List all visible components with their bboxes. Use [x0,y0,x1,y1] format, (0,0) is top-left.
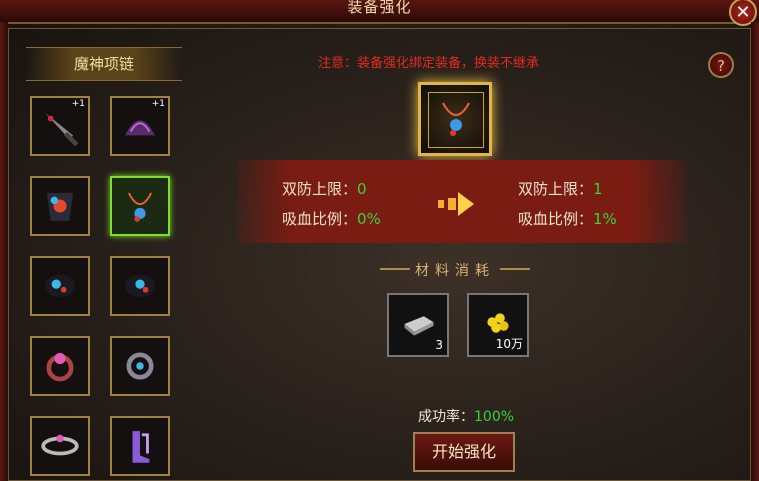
enhance-window: 装备强化 ✕ 魔神项链 +1 +1 注意：装备强化绑定装备，换装不继承 ? 双防… [0,0,759,481]
materials-title: 材料消耗 [380,260,530,280]
material-count: 3 [435,338,443,352]
stat-value: 0 [357,180,367,198]
success-label: 成功率： [418,409,474,425]
belt-icon [41,434,79,456]
stat-value: 0% [357,210,381,228]
boots-icon [132,431,150,463]
stat-value: 1 [593,180,603,198]
material-slot-ingot[interactable]: 3 [387,293,449,357]
bracelet-icon [45,274,75,298]
equip-slot-belt[interactable] [30,416,90,476]
equip-slot-helmet[interactable]: +1 [110,96,170,156]
necklace-icon [442,102,470,136]
title-bar: 装备强化 [0,0,759,24]
equip-slot-boots[interactable] [110,416,170,476]
stat-label: 双防上限： [282,180,358,198]
item-badge: +1 [151,99,165,109]
item-badge: +1 [71,99,85,109]
material-count: 10万 [495,337,523,351]
stat-before-lifesteal: 吸血比例：0% [282,208,381,229]
equip-slot-bracelet-right[interactable] [110,256,170,316]
enhance-notice: 注意：装备强化绑定装备，换装不继承 [318,56,540,71]
equip-slot-bracelet-left[interactable] [30,256,90,316]
bracelet-icon [125,274,155,298]
equip-slot-necklace[interactable] [110,176,170,236]
equip-slot-weapon[interactable]: +1 [30,96,90,156]
help-button[interactable]: ? [708,52,734,78]
target-inner-frame [428,92,484,148]
stat-before-defense: 双防上限：0 [282,178,367,199]
target-equipment-slot [418,82,492,156]
frame-right [751,22,759,481]
equip-slot-ring-right[interactable] [110,336,170,396]
material-slot-gold[interactable]: 10万 [467,293,529,357]
armor-icon [46,192,74,221]
frame-left [0,22,8,481]
stat-label: 双防上限： [518,180,594,198]
success-rate: 成功率：100% [418,406,514,426]
stat-value: 1% [593,210,617,228]
necklace-icon [127,192,153,222]
success-value: 100% [474,409,515,425]
stat-after-lifesteal: 吸血比例：1% [518,208,617,229]
start-enhance-button[interactable]: 开始强化 [413,432,515,472]
ring-icon [126,352,154,380]
window-title: 装备强化 [347,0,412,16]
arrow-right-icon [438,192,474,216]
ring-icon [46,352,74,382]
equip-slot-armor[interactable] [30,176,90,236]
equipment-list-header: 魔神项链 [26,47,182,81]
stat-label: 吸血比例： [518,210,594,228]
stat-label: 吸血比例： [282,210,358,228]
equip-slot-ring-left[interactable] [30,336,90,396]
stat-after-defense: 双防上限：1 [518,178,603,199]
